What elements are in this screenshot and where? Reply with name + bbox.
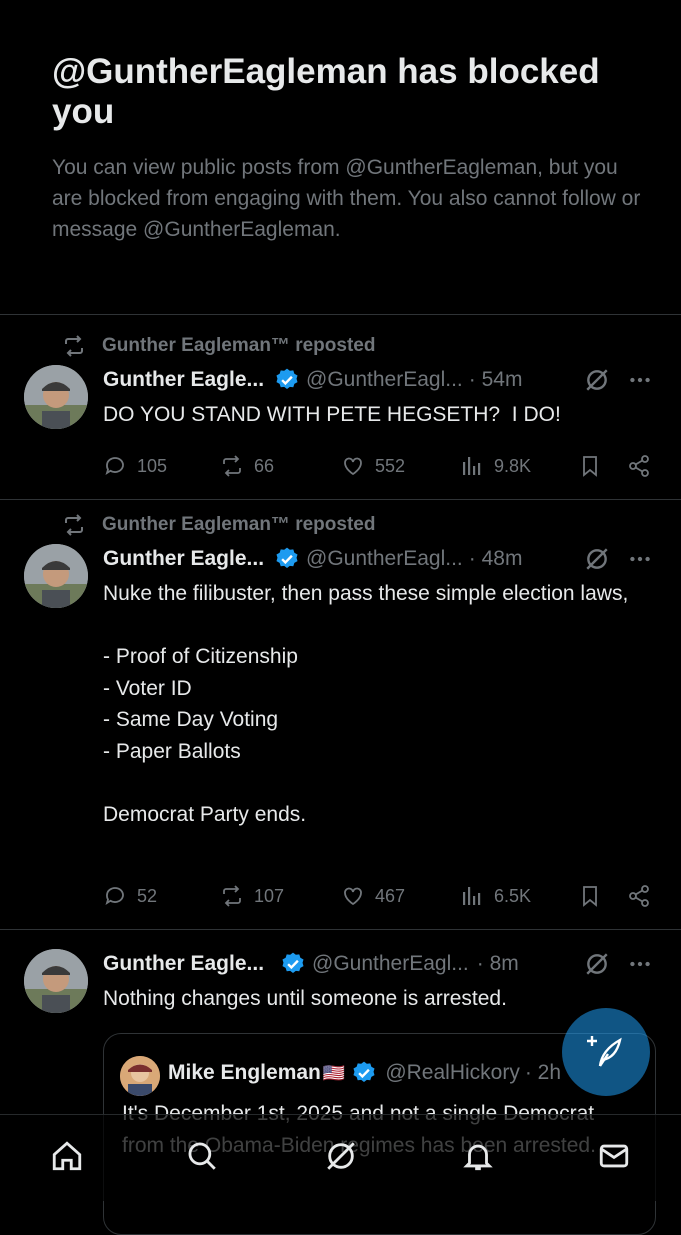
reply-button[interactable]: 52 [103,881,157,911]
like-button[interactable]: 467 [341,881,405,911]
like-button[interactable]: 552 [341,451,405,481]
more-icon[interactable] [627,546,653,572]
author-name[interactable]: Gunther Eagle... [103,547,264,571]
grok-icon[interactable] [584,951,610,977]
views-icon [463,457,481,475]
repost-count: 66 [254,455,275,476]
tweet-text: Nuke the filibuster, then pass these sim… [103,582,629,826]
compose-icon [587,1036,622,1067]
share-icon[interactable] [627,884,651,908]
repost-indicator[interactable]: Gunther Eagleman™ reposted [62,513,375,537]
repost-button[interactable]: 107 [220,881,284,911]
more-icon[interactable] [627,367,653,393]
quote-time[interactable]: · 2h [525,1061,561,1085]
avatar[interactable] [24,544,88,608]
repost-icon [65,514,83,536]
views-count: 9.8K [494,455,532,476]
quote-header: Mike Engleman 🇺🇸 @RealHickory · 2h [168,1058,561,1088]
views-icon [463,887,481,905]
author-handle[interactable]: @GuntherEagl... [306,547,463,571]
tweet-time[interactable]: · 48m [469,547,523,571]
reply-count: 52 [137,885,158,906]
views-count: 6.5K [494,885,532,906]
home-icon[interactable] [50,1139,84,1173]
like-icon [344,457,362,476]
reply-icon [105,457,124,476]
like-icon [344,887,362,906]
verified-icon [276,547,298,568]
repost-indicator[interactable]: Gunther Eagleman™ reposted [62,334,375,358]
compose-button[interactable] [562,1008,650,1096]
flag-icon: 🇺🇸 [322,1062,346,1083]
grok-nav-icon[interactable] [324,1139,358,1173]
grok-icon[interactable] [584,546,610,572]
blocked-notice: @GuntherEagleman has blocked you You can… [52,52,652,245]
author-name[interactable]: Gunther Eagle... [103,952,264,976]
tweet-time[interactable]: · 8m [477,952,519,976]
verified-icon [353,1061,375,1082]
tweet-header: Gunther Eagle... @GuntherEagl... · 48m [103,543,522,575]
quote-avatar[interactable] [120,1056,160,1096]
author-handle[interactable]: @GuntherEagl... [306,368,463,392]
repost-label: Gunther Eagleman™ reposted [102,335,376,356]
tweet-text: DO YOU STAND WITH PETE HEGSETH? I DO! [103,403,561,426]
tweet-time[interactable]: · 54m [469,368,523,392]
repost-icon [223,885,241,907]
notifications-icon[interactable] [461,1139,495,1173]
author-handle[interactable]: @GuntherEagl... [312,952,469,976]
tweet-header: Gunther Eagle... @GuntherEagl... · 8m [103,948,519,980]
views-button[interactable]: 9.8K [460,451,531,481]
verified-icon [276,368,298,389]
repost-button[interactable]: 66 [220,451,274,481]
bookmark-icon[interactable] [578,454,602,478]
author-name[interactable]: Gunther Eagle... [103,368,264,392]
reply-icon [105,887,124,906]
tweet-text: Nothing changes until someone is arreste… [103,987,507,1010]
search-icon[interactable] [185,1139,219,1173]
tweet-actions: 52 107 467 6.5K [103,881,663,911]
divider [0,314,681,315]
tweet-header: Gunther Eagle... @GuntherEagl... · 54m [103,364,522,396]
like-count: 467 [375,885,406,906]
divider [0,929,681,930]
repost-icon [223,455,241,477]
bottom-nav [0,1114,681,1201]
quote-author-handle[interactable]: @RealHickory [385,1061,520,1085]
more-icon[interactable] [627,951,653,977]
repost-label: Gunther Eagleman™ reposted [102,514,376,535]
repost-icon [65,335,83,357]
reply-button[interactable]: 105 [103,451,167,481]
tweet-actions: 105 66 552 9.8K [103,451,663,481]
messages-icon[interactable] [597,1139,631,1173]
repost-count: 107 [254,885,285,906]
like-count: 552 [375,455,406,476]
divider [0,499,681,500]
reply-count: 105 [137,455,168,476]
share-icon[interactable] [627,454,651,478]
blocked-description: You can view public posts from @GuntherE… [52,156,641,241]
avatar[interactable] [24,949,88,1013]
verified-icon [282,952,304,973]
blocked-title: @GuntherEagleman has blocked you [52,52,600,131]
avatar[interactable] [24,365,88,429]
grok-icon[interactable] [584,367,610,393]
quote-author-name[interactable]: Mike Engleman [168,1061,321,1085]
views-button[interactable]: 6.5K [460,881,531,911]
bookmark-icon[interactable] [578,884,602,908]
